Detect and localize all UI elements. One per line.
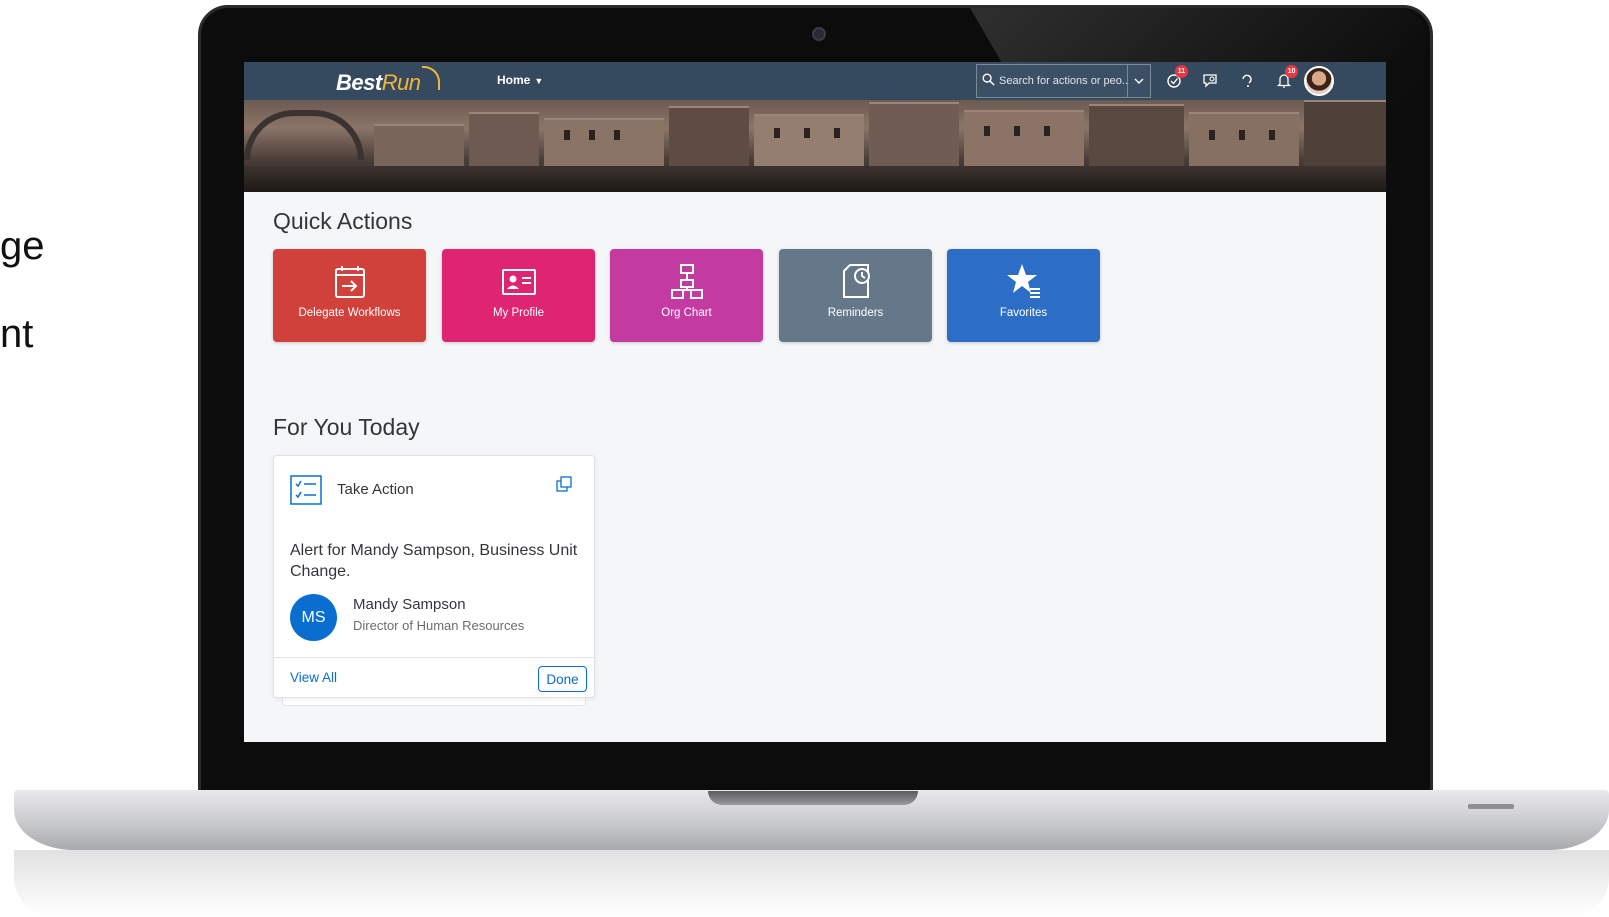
search-scope-dropdown[interactable] bbox=[1127, 65, 1149, 97]
building bbox=[1189, 112, 1299, 172]
favorites-star-icon bbox=[1006, 264, 1040, 298]
task-list-icon bbox=[290, 475, 322, 505]
canal-water bbox=[244, 166, 1386, 192]
shell-bar: BestRun Home▼ 11 10 bbox=[244, 62, 1386, 100]
tile-my-profile[interactable]: My Profile bbox=[442, 249, 595, 342]
reminders-icon bbox=[842, 264, 870, 298]
building bbox=[869, 102, 959, 172]
tasks-badge: 11 bbox=[1175, 65, 1188, 78]
laptop-screen: BestRun Home▼ 11 10 bbox=[244, 62, 1386, 742]
tile-label: Org Chart bbox=[661, 307, 712, 319]
person-role: Director of Human Resources bbox=[353, 618, 525, 633]
quick-actions-title: Quick Actions bbox=[273, 208, 413, 234]
city-banner-image bbox=[244, 100, 1386, 192]
card-message: Alert for Mandy Sampson, Business Unit C… bbox=[290, 542, 578, 580]
feedback-icon[interactable] bbox=[1200, 71, 1220, 91]
home-menu-button[interactable]: Home ▼ bbox=[497, 73, 543, 87]
laptop-reflection bbox=[14, 850, 1609, 917]
search-icon[interactable] bbox=[977, 73, 999, 89]
building bbox=[964, 110, 1084, 172]
building bbox=[754, 114, 864, 172]
org-chart-icon bbox=[670, 264, 703, 299]
help-icon[interactable] bbox=[1237, 71, 1257, 91]
done-button[interactable]: Done bbox=[538, 666, 587, 692]
tile-org-chart[interactable]: Org Chart bbox=[610, 249, 763, 342]
bestrun-logo[interactable]: BestRun bbox=[336, 70, 421, 96]
laptop-hinge-notch bbox=[708, 791, 918, 805]
card-footer-divider bbox=[274, 657, 594, 658]
tile-reminders[interactable]: Reminders bbox=[779, 249, 932, 342]
webcam bbox=[812, 27, 826, 41]
card-header-title: Take Action bbox=[337, 481, 414, 498]
laptop-base-slot bbox=[1468, 804, 1514, 809]
tile-delegate-workflows[interactable]: Delegate Workflows bbox=[273, 249, 426, 342]
building bbox=[544, 118, 664, 172]
building bbox=[374, 124, 464, 172]
user-avatar[interactable] bbox=[1304, 66, 1334, 96]
tile-label: Reminders bbox=[827, 307, 884, 319]
tile-favorites[interactable]: Favorites bbox=[947, 249, 1100, 342]
for-you-today-title: For You Today bbox=[273, 414, 420, 440]
caret-down-icon: ▼ bbox=[534, 76, 544, 86]
side-text-line-1: ge bbox=[0, 224, 45, 268]
building bbox=[469, 112, 539, 172]
home-menu-label: Home bbox=[497, 73, 531, 87]
bridge-arch bbox=[244, 110, 364, 160]
search-field bbox=[976, 64, 1151, 98]
building bbox=[1089, 104, 1184, 172]
notifications-badge: 10 bbox=[1285, 65, 1298, 78]
tasks-icon[interactable]: 11 bbox=[1164, 65, 1188, 91]
open-in-new-icon[interactable] bbox=[556, 476, 572, 492]
person-name: Mandy Sampson bbox=[353, 596, 466, 613]
take-action-card[interactable]: Take Action Alert for Mandy Sampson, Bus… bbox=[273, 455, 595, 698]
building bbox=[669, 106, 749, 172]
building bbox=[1304, 100, 1386, 172]
search-input[interactable] bbox=[999, 75, 1127, 87]
logo-arc bbox=[422, 66, 440, 90]
avatar: MS bbox=[290, 594, 337, 641]
notifications-bell-icon[interactable]: 10 bbox=[1274, 65, 1298, 91]
tile-label: Delegate Workflows bbox=[298, 307, 401, 319]
view-all-link[interactable]: View All bbox=[290, 670, 337, 685]
delegate-workflows-icon bbox=[334, 266, 365, 298]
tile-label: My Profile bbox=[492, 307, 545, 319]
tile-label: Favorites bbox=[999, 307, 1048, 319]
card-stack-edge bbox=[282, 698, 586, 706]
profile-card-icon bbox=[501, 269, 536, 295]
side-text-line-2: nt bbox=[0, 312, 34, 356]
